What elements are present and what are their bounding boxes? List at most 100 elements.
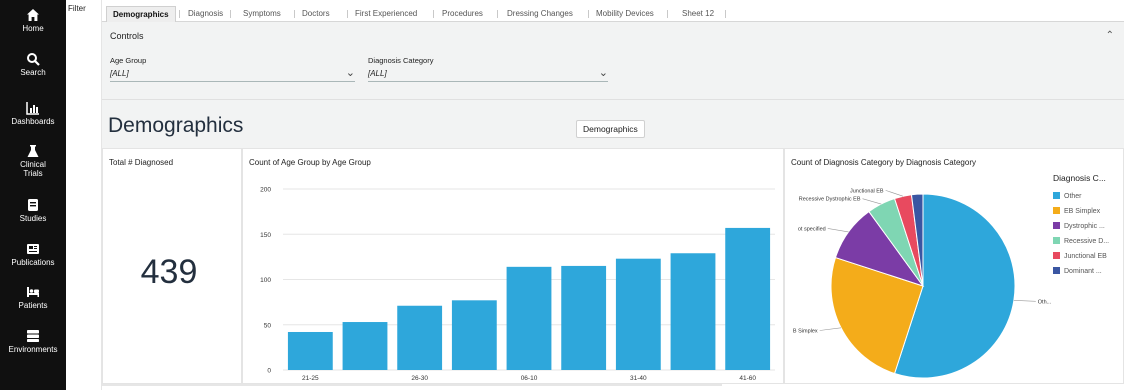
bar [397, 305, 443, 370]
age-group-select[interactable]: [ALL] ⌄ [110, 66, 355, 82]
tab-divider [347, 10, 348, 18]
slice-leader-line [819, 327, 842, 331]
tab-symptoms[interactable]: Symptoms [243, 9, 281, 18]
book-icon [28, 199, 38, 211]
nav-studies[interactable]: Studies [0, 198, 66, 223]
nav-clinical-trials[interactable]: Clinical Trials [0, 144, 66, 178]
tab-divider [667, 10, 668, 18]
filter-toggle[interactable]: Filter [68, 4, 86, 13]
home-icon [27, 9, 39, 21]
legend-swatch [1053, 192, 1060, 199]
bed-icon [27, 287, 39, 297]
bar [561, 265, 607, 370]
slice-leader-line [862, 198, 882, 205]
flask-icon [27, 145, 39, 157]
title-tooltip-chip: Demographics [576, 120, 645, 138]
bar [670, 253, 716, 370]
nav-label: Search [20, 68, 46, 77]
y-tick-label: 100 [260, 277, 271, 284]
legend-item: EB Simplex [1064, 208, 1101, 215]
chevron-down-icon: ⌄ [598, 67, 608, 79]
y-tick-label: 0 [267, 368, 271, 375]
tab-sheet-12[interactable]: Sheet 12 [682, 9, 714, 18]
legend-item: Dystrophic ... [1064, 223, 1105, 230]
slice-leader-line [1013, 300, 1036, 302]
nav-label: Studies [19, 214, 47, 223]
newspaper-icon [27, 244, 39, 254]
tab-divider [433, 10, 434, 18]
nav-label: Patients [18, 301, 48, 310]
x-tick-label: 26-30 [411, 375, 428, 382]
slice-label: B Simplex [793, 328, 818, 334]
tab-divider [588, 10, 589, 18]
tab-procedures[interactable]: Procedures [442, 9, 483, 18]
nav-label: Dashboards [11, 117, 55, 126]
nav-label: Publications [11, 258, 55, 267]
collapse-chevron-icon[interactable]: ⌃ [1106, 30, 1114, 41]
tab-divider [294, 10, 295, 18]
age-group-value: [ALL] [110, 69, 129, 78]
controls-panel: Controls ⌃ Age Group [ALL] ⌄ Diagnosis C… [102, 22, 1124, 100]
nav-label: Clinical Trials [20, 160, 46, 178]
diagnosis-category-label: Diagnosis Category [368, 56, 434, 65]
pie-chart-panel[interactable]: Count of Diagnosis Category by Diagnosis… [784, 148, 1124, 384]
tab-mobility-devices[interactable]: Mobility Devices [596, 9, 654, 18]
x-tick-label: 31-40 [630, 375, 647, 382]
legend-item: Dominant ... [1064, 268, 1102, 275]
search-icon [27, 53, 40, 66]
nav-environments[interactable]: Environments [0, 329, 66, 354]
tab-doctors[interactable]: Doctors [302, 9, 330, 18]
tab-divider [230, 10, 231, 18]
nav-home[interactable]: Home [0, 8, 66, 33]
slice-label: Recessive Dystrophic EB [799, 197, 861, 203]
nav-publications[interactable]: Publications [0, 242, 66, 267]
tab-divider [179, 10, 180, 18]
bar [506, 266, 552, 370]
tab-dressing-changes[interactable]: Dressing Changes [507, 9, 573, 18]
nav-patients[interactable]: Patients [0, 285, 66, 310]
bar [725, 227, 771, 370]
kpi-value: 439 [140, 253, 198, 291]
tab-demographics[interactable]: Demographics [106, 6, 176, 22]
tab-diagnosis[interactable]: Diagnosis [188, 9, 223, 18]
x-tick-label: 06-10 [521, 375, 538, 382]
sheet-tabs: Demographics Diagnosis Symptoms Doctors … [102, 4, 1124, 22]
title-band: Demographics Demographics [102, 100, 1124, 148]
tab-divider [725, 10, 726, 18]
bar [451, 300, 497, 370]
bar-chart-icon [26, 102, 39, 115]
y-tick-label: 150 [260, 232, 271, 239]
legend-swatch [1053, 222, 1060, 229]
bar [342, 322, 388, 370]
filter-panel [66, 0, 102, 390]
legend-item: Recessive D... [1064, 238, 1109, 245]
slice-leader-line [827, 228, 849, 233]
chevron-down-icon: ⌄ [345, 67, 355, 79]
bar [287, 331, 333, 370]
legend-swatch [1053, 237, 1060, 244]
tab-divider [497, 10, 498, 18]
page-title: Demographics [108, 114, 244, 137]
nav-search[interactable]: Search [0, 52, 66, 77]
pie-chart: Oth... B Simplex ot specified Recessive Dys… [793, 173, 1109, 379]
legend-item: Other [1064, 193, 1082, 200]
left-nav: Home Search Dashboards Clinical Trials S… [0, 0, 66, 390]
x-tick-label: 41-60 [739, 375, 756, 382]
age-group-label: Age Group [110, 56, 147, 65]
diagnosis-category-select[interactable]: [ALL] ⌄ [368, 66, 608, 82]
y-tick-label: 200 [260, 187, 271, 194]
nav-dashboards[interactable]: Dashboards [0, 101, 66, 126]
legend-swatch [1053, 252, 1060, 259]
slice-label: ot specified [798, 226, 826, 232]
server-icon [27, 330, 39, 342]
tab-first-experienced[interactable]: First Experienced [355, 9, 417, 18]
bar-chart: 0 50 100 150 200 21-25 26-30 06-10 31-40 41-60 [260, 187, 775, 382]
slice-label: Junctional EB [850, 188, 884, 194]
bar-chart-panel[interactable]: Count of Age Group by Age Group 0 50 100 15… [242, 148, 784, 384]
kpi-title: Total # Diagnosed [109, 158, 174, 167]
legend-swatch [1053, 267, 1060, 274]
diagnosis-category-value: [ALL] [368, 69, 387, 78]
controls-title: Controls [110, 31, 144, 41]
kpi-panel[interactable]: Total # Diagnosed 439 [102, 148, 242, 384]
scrollbar-track[interactable] [102, 384, 722, 386]
